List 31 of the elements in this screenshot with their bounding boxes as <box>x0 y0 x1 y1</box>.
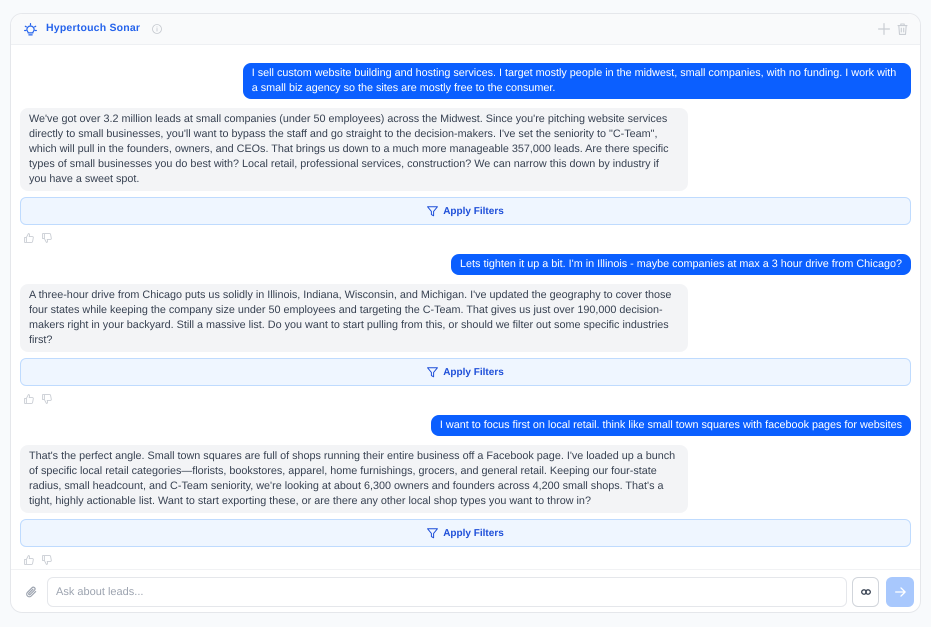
link-button[interactable] <box>852 577 879 607</box>
arrow-right-icon <box>894 587 906 597</box>
assistant-message: We've got over 3.2 million leads at small companies (under 50 employees) across the Midwest. Since you're pitching website services directly to small businesses, you'll want to bypass the staff and go straight to the decision-makers. I've set the seniority to "C-Team", which will pull in the founders, owners, and CEOs. That brings us down to a much more manageable 357,000 leads. Are there specific types of small businesses you do best with? Local retail, professional services, construction? We can narrow this down by industry if you have a sweet spot. <box>20 108 688 191</box>
apply-filters-button[interactable]: Apply Filters <box>20 358 911 386</box>
apply-filters-button[interactable]: Apply Filters <box>20 519 911 547</box>
user-message: I sell custom website building and hosting services. I target mostly people in the midwest, small companies, with no funding. I work with a small biz agency so the sites are mostly free to the consumer. <box>242 63 911 99</box>
add-button[interactable] <box>877 22 890 36</box>
panel-title: Hypertouch Sonar <box>46 21 140 36</box>
filter-icon <box>427 206 438 216</box>
info-icon[interactable] <box>152 24 162 34</box>
message-input[interactable]: Ask about leads... <box>47 577 847 607</box>
attach-button[interactable] <box>25 586 37 598</box>
paperclip-icon <box>26 586 36 598</box>
user-message: I want to focus first on local retail. think like small town squares with facebook pages for websites <box>430 415 911 436</box>
assistant-message: That's the perfect angle. Small town squares are full of shops running their entire business off a Facebook page. I've loaded up a bunch of specific local retail categories—florists, bookstores, apparel, home furnishings, grocers, and general retail. Keeping our four-state radius, small headcount, and C-Team seniority, we're looking at about 6,300 owners and founders across 4,200 small shops. That's a tight, highly actionable list. Want to start exporting these, or are there any other local shop types you want to throw in? <box>20 445 688 513</box>
lightbulb-icon <box>24 22 37 36</box>
thumbs-down-icon[interactable] <box>42 394 52 404</box>
thumbs-up-icon[interactable] <box>24 394 34 404</box>
trash-icon <box>897 23 908 35</box>
thumbs-up-icon[interactable] <box>24 555 34 565</box>
delete-button[interactable] <box>896 22 909 36</box>
thumbs-up-icon[interactable] <box>24 233 34 243</box>
assistant-message: A three-hour drive from Chicago puts us solidly in Illinois, Indiana, Wisconsin, and Michigan. I've updated the geography to cover those four states while keeping the company size under 50 employees and targeting the C-Team. That gives us just over 190,000 decision-makers right in your backyard. Still a massive list. Do you want to start pulling from this, or should we filter out some specific industries first? <box>20 284 688 352</box>
filter-icon <box>427 528 438 538</box>
link-icon <box>860 589 870 595</box>
plus-icon <box>878 23 890 35</box>
user-message: Lets tighten it up a bit. I'm in Illinois - maybe companies at max a 3 hour drive from Chicago? <box>451 254 911 275</box>
thumbs-down-icon[interactable] <box>42 555 52 565</box>
thumbs-down-icon[interactable] <box>42 233 52 243</box>
apply-filters-button[interactable]: Apply Filters <box>20 197 911 225</box>
filter-icon <box>427 366 438 378</box>
